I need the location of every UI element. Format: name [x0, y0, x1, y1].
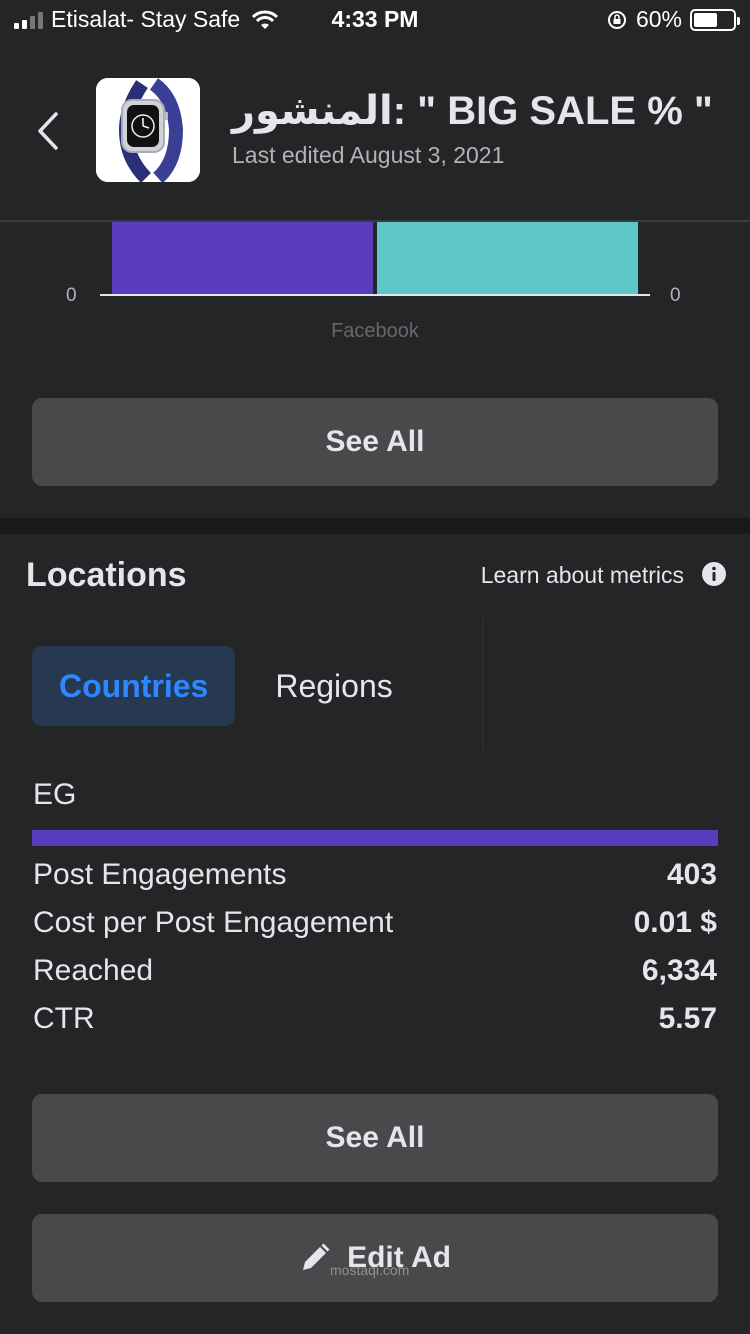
post-header: المنشور: " BIG SALE % " Last edited Augu… — [0, 50, 750, 220]
watermark: mostaql.com — [330, 1262, 410, 1278]
tab-countries[interactable]: Countries — [32, 646, 236, 726]
location-tabs: Countries Regions — [32, 646, 420, 726]
metric-value: 5.57 — [658, 1002, 717, 1035]
battery-charging-icon — [690, 8, 740, 31]
x-axis-label: Facebook — [331, 320, 419, 342]
metric-label: Post Engagements — [33, 858, 287, 891]
see-all-label: See All — [325, 425, 425, 458]
post-thumbnail — [96, 78, 200, 182]
metric-label: Cost per Post Engagement — [33, 906, 394, 939]
metric-value: 0.01 $ — [633, 906, 717, 939]
tab-regions[interactable]: Regions — [248, 646, 419, 726]
see-all-label: See All — [325, 1121, 425, 1154]
info-icon[interactable] — [702, 562, 726, 586]
section-title: Locations — [26, 556, 187, 594]
pencil-icon — [303, 1243, 330, 1270]
chart-bar-series-2 — [377, 222, 638, 295]
status-bar: Etisalat- Stay Safe 4:33 PM 60% — [0, 0, 750, 40]
country-code: EG — [33, 778, 77, 811]
chart: 0 0 Facebook — [0, 222, 750, 352]
metric-label: Reached — [33, 954, 154, 987]
see-all-locations-button[interactable]: See All — [32, 1094, 718, 1182]
tab-separator — [482, 618, 484, 750]
metric-row: Post Engagements 403 — [33, 858, 717, 892]
status-right: 60% — [606, 6, 740, 33]
right-axis-tick: 0 — [670, 285, 681, 306]
learn-about-metrics-link[interactable]: Learn about metrics — [481, 562, 684, 589]
see-all-button[interactable]: See All — [32, 398, 718, 486]
screen: Etisalat- Stay Safe 4:33 PM 60% المنشور:… — [0, 0, 750, 1334]
metric-value: 403 — [666, 858, 717, 891]
metric-row: Cost per Post Engagement 0.01 $ — [33, 906, 717, 940]
metric-value: 6,334 — [641, 954, 717, 987]
country-bar — [32, 830, 718, 846]
battery-level — [694, 12, 717, 27]
chevron-left-icon[interactable] — [28, 106, 68, 156]
left-axis-tick: 0 — [66, 285, 77, 306]
metric-row: Reached 6,334 — [33, 954, 717, 988]
metric-label: CTR — [33, 1002, 95, 1035]
section-divider — [0, 518, 750, 534]
orientation-lock-icon — [607, 10, 626, 29]
edit-ad-button[interactable]: Edit Ad — [32, 1214, 718, 1302]
post-title: المنشور: " BIG SALE % " — [232, 89, 713, 133]
metric-row: CTR 5.57 — [33, 1002, 717, 1036]
last-edited: Last edited August 3, 2021 — [232, 142, 505, 168]
chart-bar-series-1 — [112, 222, 373, 295]
battery-percent: 60% — [635, 6, 682, 32]
bar-chart — [100, 222, 650, 296]
smartwatch-image — [96, 78, 200, 182]
country-bar-fill — [32, 830, 718, 846]
